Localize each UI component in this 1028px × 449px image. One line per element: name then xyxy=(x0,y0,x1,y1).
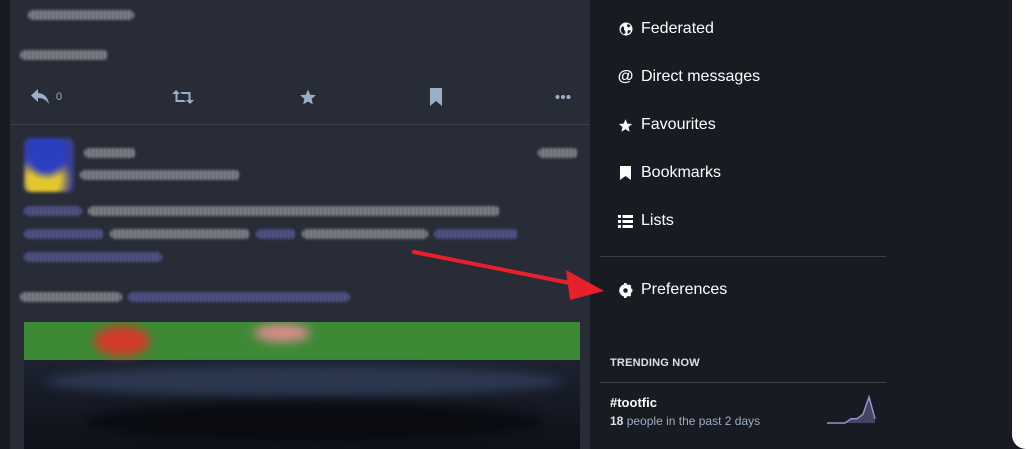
annotation-arrow xyxy=(412,250,604,300)
